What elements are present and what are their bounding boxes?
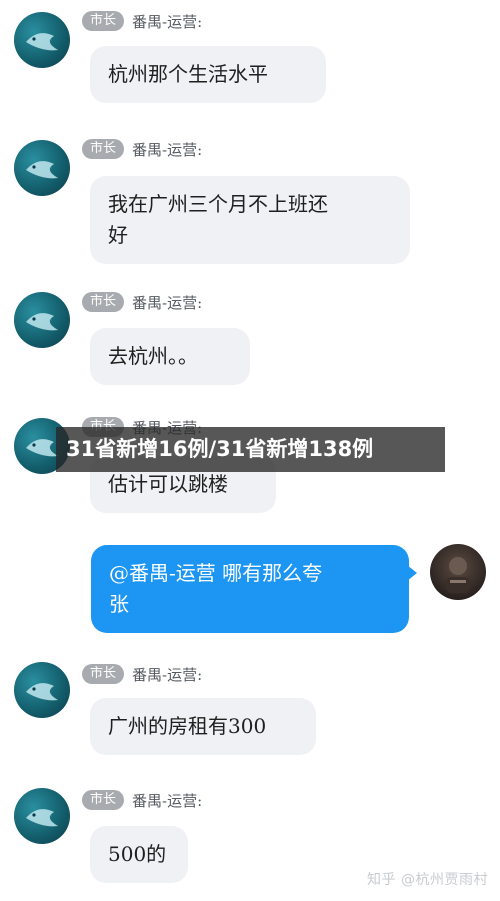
message-line: @番禺-运营 哪有那么夸 xyxy=(109,561,323,585)
message-meta: 市长 番禺-运营: xyxy=(82,663,202,685)
sender-name: 番禺-运营: xyxy=(132,665,203,684)
role-badge: 市长 xyxy=(82,11,125,31)
message-bubble[interactable]: 去杭州。。 xyxy=(90,328,250,385)
message-bubble[interactable]: 广州的房租有300 xyxy=(90,698,316,755)
fish-avatar-icon[interactable] xyxy=(14,788,70,844)
role-badge: 市长 xyxy=(82,292,125,312)
fish-avatar-icon[interactable] xyxy=(14,662,70,718)
fish-avatar-icon[interactable] xyxy=(14,140,70,196)
role-badge: 市长 xyxy=(82,790,125,810)
photo-avatar-icon[interactable] xyxy=(430,544,486,600)
message-line: 我在广州三个月不上班还 xyxy=(108,192,328,216)
message-bubble[interactable]: 杭州那个生活水平 xyxy=(90,46,326,103)
message-line: 张 xyxy=(109,592,129,616)
message-meta: 市长 番禺-运营: xyxy=(82,10,202,32)
fish-avatar-icon[interactable] xyxy=(14,292,70,348)
message-bubble[interactable]: 500的 xyxy=(90,826,188,883)
message-meta: 市长 番禺-运营: xyxy=(82,291,202,313)
message-line: 好 xyxy=(108,223,128,247)
sender-name: 番禺-运营: xyxy=(132,12,203,31)
sender-name: 番禺-运营: xyxy=(132,140,203,159)
message-meta: 市长 番禺-运营: xyxy=(82,138,202,160)
sender-name: 番禺-运营: xyxy=(132,791,203,810)
role-badge: 市长 xyxy=(82,139,125,159)
role-badge: 市长 xyxy=(82,664,125,684)
message-bubble[interactable]: 我在广州三个月不上班还 好 xyxy=(90,176,410,264)
headline-overlay: 31省新增16例/31省新增138例 xyxy=(56,427,445,472)
message-bubble[interactable]: @番禺-运营 哪有那么夸 张 xyxy=(91,545,417,633)
sender-name: 番禺-运营: xyxy=(132,293,203,312)
fish-avatar-icon[interactable] xyxy=(14,12,70,68)
chat-thread: 市长 番禺-运营: 杭州那个生活水平 市长 番禺-运营: 我在广州三个月不上班还… xyxy=(0,0,500,901)
message-meta: 市长 番禺-运营: xyxy=(82,789,202,811)
watermark: 知乎 @杭州贾雨村 xyxy=(367,872,488,888)
